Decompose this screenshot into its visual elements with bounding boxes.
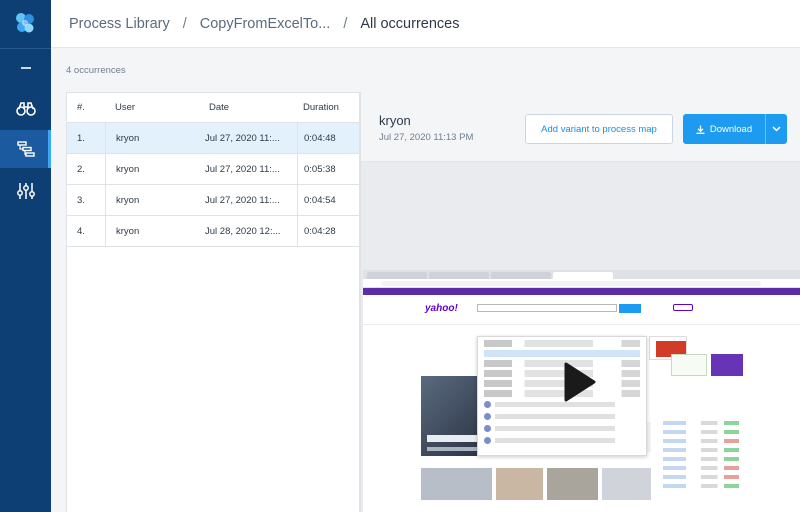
row-duration: 0:04:48 <box>297 123 359 153</box>
row-date: Jul 27, 2020 11:... <box>205 194 280 206</box>
detail-user: kryon <box>379 113 411 128</box>
video-news-dot <box>484 401 491 408</box>
video-watchlist <box>659 416 743 512</box>
video-news-text <box>495 414 615 419</box>
row-duration: 0:04:28 <box>297 216 359 246</box>
video-address-bar <box>363 279 800 288</box>
detail-header: kryon Jul 27, 2020 11:13 PM Add variant … <box>361 92 800 162</box>
row-user: kryon <box>105 185 205 215</box>
row-user: kryon <box>105 154 205 184</box>
row-num: 4. <box>77 225 85 237</box>
occurrence-detail-panel: kryon Jul 27, 2020 11:13 PM Add variant … <box>360 92 800 512</box>
chevron-down-icon <box>772 126 781 132</box>
sidebar-collapse-button[interactable] <box>0 49 51 87</box>
video-site-header: yahoo! <box>363 295 800 325</box>
video-suggestion <box>484 350 640 357</box>
video-thumbnails <box>421 468 651 500</box>
process-tree-icon <box>16 141 35 157</box>
download-options-button[interactable] <box>766 114 787 144</box>
video-browser-tab <box>553 272 613 279</box>
sidebar <box>0 0 51 512</box>
video-watchlist-row <box>663 484 739 488</box>
breadcrumb: Process Library / CopyFromExcelTo... / A… <box>51 0 800 48</box>
table-row[interactable]: 4. kryon Jul 28, 2020 12:... 0:04:28 <box>67 216 359 247</box>
video-premium-widget <box>711 354 743 376</box>
sidebar-item-discovery[interactable] <box>0 90 51 128</box>
breadcrumb-process-library[interactable]: Process Library <box>69 16 170 32</box>
column-header-duration[interactable]: Duration <box>297 93 359 122</box>
sidebar-item-settings[interactable] <box>0 172 51 210</box>
video-suggestion <box>484 340 640 347</box>
video-news-dot <box>484 437 491 444</box>
breadcrumb-separator: / <box>182 15 187 32</box>
row-user: kryon <box>105 123 205 153</box>
video-watchlist-row <box>663 466 739 470</box>
minus-icon <box>20 67 31 69</box>
video-news-suggestion <box>484 424 640 433</box>
row-date: Jul 27, 2020 11:... <box>205 163 280 175</box>
download-button[interactable]: Download <box>683 114 765 144</box>
download-button-group: Download <box>683 114 787 144</box>
table-row[interactable]: 1. kryon Jul 27, 2020 11:... 0:04:48 <box>67 123 359 154</box>
column-header-user[interactable]: User <box>105 93 205 122</box>
row-duration: 0:04:54 <box>297 185 359 215</box>
table-row[interactable]: 3. kryon Jul 27, 2020 11:... 0:04:54 <box>67 185 359 216</box>
row-num: 2. <box>77 163 85 175</box>
video-browser-tab <box>491 272 551 279</box>
video-news-suggestion <box>484 412 640 421</box>
video-news-dot <box>484 425 491 432</box>
video-thumbnail <box>421 468 492 500</box>
video-quote-card <box>671 354 707 376</box>
video-site-signin <box>673 304 693 311</box>
detail-date: Jul 27, 2020 11:13 PM <box>379 132 474 143</box>
video-url-field <box>381 280 761 286</box>
video-watchlist-row <box>663 439 739 443</box>
video-watchlist-row <box>663 448 739 452</box>
video-site-search-button <box>619 304 641 313</box>
video-site-search <box>477 304 617 312</box>
occurrences-table: #. User Date Duration 1. kryon Jul 27, 2… <box>66 92 360 512</box>
video-news-dot <box>484 413 491 420</box>
column-header-date[interactable]: Date <box>205 102 297 113</box>
row-num: 3. <box>77 194 85 206</box>
download-label: Download <box>709 123 753 135</box>
table-header: #. User Date Duration <box>67 93 359 123</box>
video-thumbnail <box>495 468 543 500</box>
add-variant-button[interactable]: Add variant to process map <box>525 114 673 144</box>
video-browser-tab <box>429 272 489 279</box>
sliders-icon <box>16 183 35 199</box>
video-site-nav <box>363 288 800 295</box>
video-watchlist-row <box>663 457 739 461</box>
video-news-suggestion <box>484 436 640 445</box>
video-watchlist-row <box>663 430 739 434</box>
download-icon <box>696 125 705 134</box>
sidebar-item-process-library[interactable] <box>0 130 51 168</box>
occurrence-count: 4 occurrences <box>66 65 126 76</box>
kryon-logo-icon[interactable] <box>13 11 37 35</box>
breadcrumb-separator: / <box>343 15 348 32</box>
recording-video-player[interactable]: yahoo! <box>363 270 800 512</box>
row-date: Jul 28, 2020 12:... <box>205 225 281 237</box>
row-duration: 0:05:38 <box>297 154 359 184</box>
video-thumbnail <box>601 468 651 500</box>
video-thumbnail <box>546 468 598 500</box>
row-user: kryon <box>105 216 205 246</box>
row-date: Jul 27, 2020 11:... <box>205 132 280 144</box>
video-watchlist-row <box>663 475 739 479</box>
play-icon[interactable] <box>560 362 598 402</box>
table-row[interactable]: 2. kryon Jul 27, 2020 11:... 0:05:38 <box>67 154 359 185</box>
breadcrumb-process[interactable]: CopyFromExcelTo... <box>200 16 331 32</box>
row-num: 1. <box>77 132 85 144</box>
column-header-num[interactable]: #. <box>67 102 105 113</box>
breadcrumb-current: All occurrences <box>360 15 460 32</box>
video-news-text <box>495 402 615 407</box>
video-browser-tab <box>367 272 427 279</box>
video-site-logo: yahoo! <box>425 303 458 314</box>
video-news-text <box>495 438 615 443</box>
video-browser-tabs <box>363 270 800 279</box>
video-news-text <box>495 426 615 431</box>
video-watchlist-row <box>663 421 739 425</box>
binoculars-icon <box>15 102 36 116</box>
